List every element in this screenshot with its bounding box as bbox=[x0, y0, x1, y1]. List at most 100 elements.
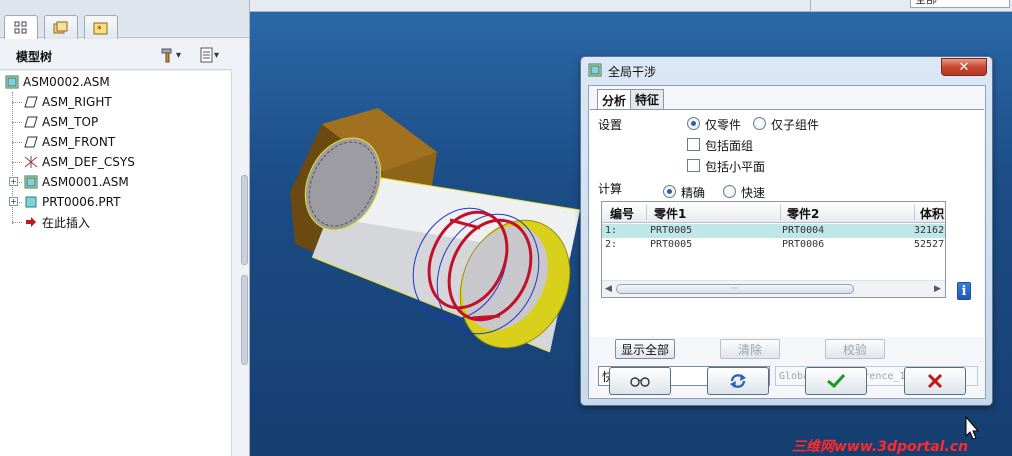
tree-show-button[interactable]: ▾ bbox=[200, 46, 226, 64]
tree-item-label: ASM_FRONT bbox=[42, 135, 116, 149]
repeat-button[interactable] bbox=[707, 367, 769, 395]
table-row[interactable]: 2: PRT0005 PRT0006 52527 bbox=[602, 238, 945, 252]
parts-only-label[interactable]: 仅零件 bbox=[705, 116, 741, 133]
verify-button[interactable]: 校验 bbox=[825, 339, 885, 359]
exact-radio[interactable] bbox=[663, 185, 676, 198]
selection-filter[interactable]: 全部 bbox=[910, 0, 1010, 8]
close-icon bbox=[927, 373, 943, 389]
tree-item-asm-front[interactable]: ASM_FRONT bbox=[24, 132, 115, 152]
cell-volume: 52527 bbox=[914, 239, 945, 250]
cancel-button[interactable] bbox=[904, 367, 966, 395]
datum-plane-icon bbox=[24, 115, 38, 129]
tree-item-asm0001[interactable]: + ASM0001.ASM bbox=[9, 172, 129, 192]
tree-item-asm-right[interactable]: ASM_RIGHT bbox=[24, 92, 112, 112]
info-button[interactable]: i bbox=[957, 282, 971, 300]
include-quilts-label[interactable]: 包括面组 bbox=[705, 137, 753, 154]
ok-button[interactable] bbox=[805, 367, 867, 395]
tree-item-prt0006[interactable]: + PRT0006.PRT bbox=[9, 192, 121, 212]
info-icon: i bbox=[961, 283, 967, 299]
splitter-grip[interactable] bbox=[241, 175, 248, 265]
tab-analysis[interactable]: 分析 bbox=[597, 89, 632, 110]
tree-item-label: ASM_DEF_CSYS bbox=[42, 155, 135, 169]
datum-plane-icon bbox=[24, 135, 38, 149]
toolbar-separator bbox=[810, 0, 811, 12]
tab-model-tree[interactable] bbox=[4, 15, 38, 39]
show-all-button[interactable]: 显示全部 bbox=[615, 339, 675, 359]
favorites-icon: * bbox=[93, 22, 108, 35]
dialog-body: 分析 特征 设置 仅零件 仅子组件 包括面组 包括小平面 计算 精确 快速 编号… bbox=[588, 85, 986, 399]
preview-button[interactable] bbox=[609, 367, 671, 395]
quick-label[interactable]: 快速 bbox=[741, 184, 765, 201]
folder-icon bbox=[53, 21, 68, 33]
panel-splitter[interactable] bbox=[240, 175, 249, 455]
include-facets-checkbox[interactable] bbox=[687, 159, 700, 172]
subassemblies-only-radio[interactable] bbox=[753, 117, 766, 130]
tree-icon bbox=[14, 21, 27, 33]
dialog-titlebar[interactable]: 全局干涉 ✕ bbox=[581, 57, 992, 83]
hammer-icon bbox=[161, 48, 172, 63]
datum-plane-icon bbox=[24, 95, 38, 109]
close-icon: ✕ bbox=[958, 59, 970, 75]
watermark-text: 三维网www.3dportal.cn bbox=[792, 439, 969, 455]
splitter-grip[interactable] bbox=[241, 275, 248, 365]
dialog-title: 全局干涉 bbox=[608, 65, 657, 79]
clear-button[interactable]: 清除 bbox=[720, 339, 780, 359]
tree-connector bbox=[12, 142, 22, 143]
tree-settings-button[interactable]: ▾ bbox=[160, 46, 186, 64]
exact-label[interactable]: 精确 bbox=[681, 184, 705, 201]
interference-edge bbox=[471, 314, 501, 320]
table-row[interactable]: 1: PRT0005 PRT0004 32162 bbox=[602, 224, 945, 238]
cell-number: 2: bbox=[605, 239, 618, 250]
svg-text:*: * bbox=[97, 25, 102, 35]
part-icon bbox=[24, 195, 38, 209]
cell-volume: 32162 bbox=[914, 225, 945, 236]
tab-folder-browser[interactable] bbox=[44, 15, 78, 39]
close-button[interactable]: ✕ bbox=[941, 58, 987, 76]
navigator-tabs: * bbox=[0, 0, 249, 39]
scroll-left-icon[interactable]: ◀ bbox=[605, 284, 612, 294]
cell-part1: PRT0005 bbox=[650, 239, 693, 250]
cell-part2: PRT0006 bbox=[782, 239, 825, 250]
tree-item-asm-def-csys[interactable]: ASM_DEF_CSYS bbox=[24, 152, 135, 172]
quick-radio[interactable] bbox=[723, 185, 736, 198]
column-header-volume[interactable]: 体积 bbox=[920, 205, 944, 222]
settings-label: 设置 bbox=[598, 118, 623, 132]
tab-favorites[interactable]: * bbox=[84, 15, 118, 39]
assembly-icon bbox=[588, 63, 602, 77]
expand-icon[interactable]: + bbox=[9, 197, 18, 206]
tree-item-label: ASM_RIGHT bbox=[42, 95, 112, 109]
table-header: 编号 零件1 零件2 体积 bbox=[602, 202, 945, 223]
tree-item-asm-top[interactable]: ASM_TOP bbox=[24, 112, 98, 132]
tree-item-label: PRT0006.PRT bbox=[42, 195, 121, 209]
column-header-part2[interactable]: 零件2 bbox=[787, 205, 819, 222]
tree-header: 模型树 ▾ ▾ bbox=[0, 38, 232, 70]
scrollbar-thumb[interactable]: ⋯ bbox=[616, 284, 854, 294]
include-quilts-checkbox[interactable] bbox=[687, 138, 700, 151]
tree-connector bbox=[12, 102, 22, 103]
cell-number: 1: bbox=[605, 225, 618, 236]
tree-item-insert-here[interactable]: 在此插入 bbox=[24, 212, 90, 232]
glasses-icon bbox=[630, 377, 650, 387]
scroll-right-icon[interactable]: ▶ bbox=[934, 284, 941, 294]
refresh-icon bbox=[730, 374, 746, 388]
tab-feature[interactable]: 特征 bbox=[630, 89, 665, 109]
model-tree: ASM0002.ASM ASM_RIGHT ASM_TOP ASM_FRONT … bbox=[0, 71, 232, 456]
parts-only-radio[interactable] bbox=[687, 117, 700, 130]
tree-item-root[interactable]: ASM0002.ASM bbox=[5, 72, 110, 92]
column-header-part1[interactable]: 零件1 bbox=[654, 205, 686, 222]
tree-item-label: ASM0001.ASM bbox=[42, 175, 129, 189]
chevron-down-icon: ▾ bbox=[214, 49, 220, 61]
tree-connector bbox=[12, 222, 22, 223]
column-separator bbox=[646, 205, 647, 220]
column-separator bbox=[780, 205, 781, 220]
tree-connector bbox=[12, 122, 22, 123]
include-facets-label[interactable]: 包括小平面 bbox=[705, 158, 765, 175]
column-header-number[interactable]: 编号 bbox=[610, 205, 634, 222]
tree-title: 模型树 bbox=[16, 50, 53, 64]
horizontal-scrollbar[interactable]: ◀ ⋯ ▶ bbox=[602, 280, 945, 297]
tree-item-label: ASM_TOP bbox=[42, 115, 99, 129]
subassemblies-only-label[interactable]: 仅子组件 bbox=[771, 116, 819, 133]
column-separator bbox=[914, 205, 915, 220]
global-interference-dialog: 全局干涉 ✕ 分析 特征 设置 仅零件 仅子组件 包括面组 包括小平面 计算 精… bbox=[580, 56, 993, 406]
expand-icon[interactable]: + bbox=[9, 177, 18, 186]
